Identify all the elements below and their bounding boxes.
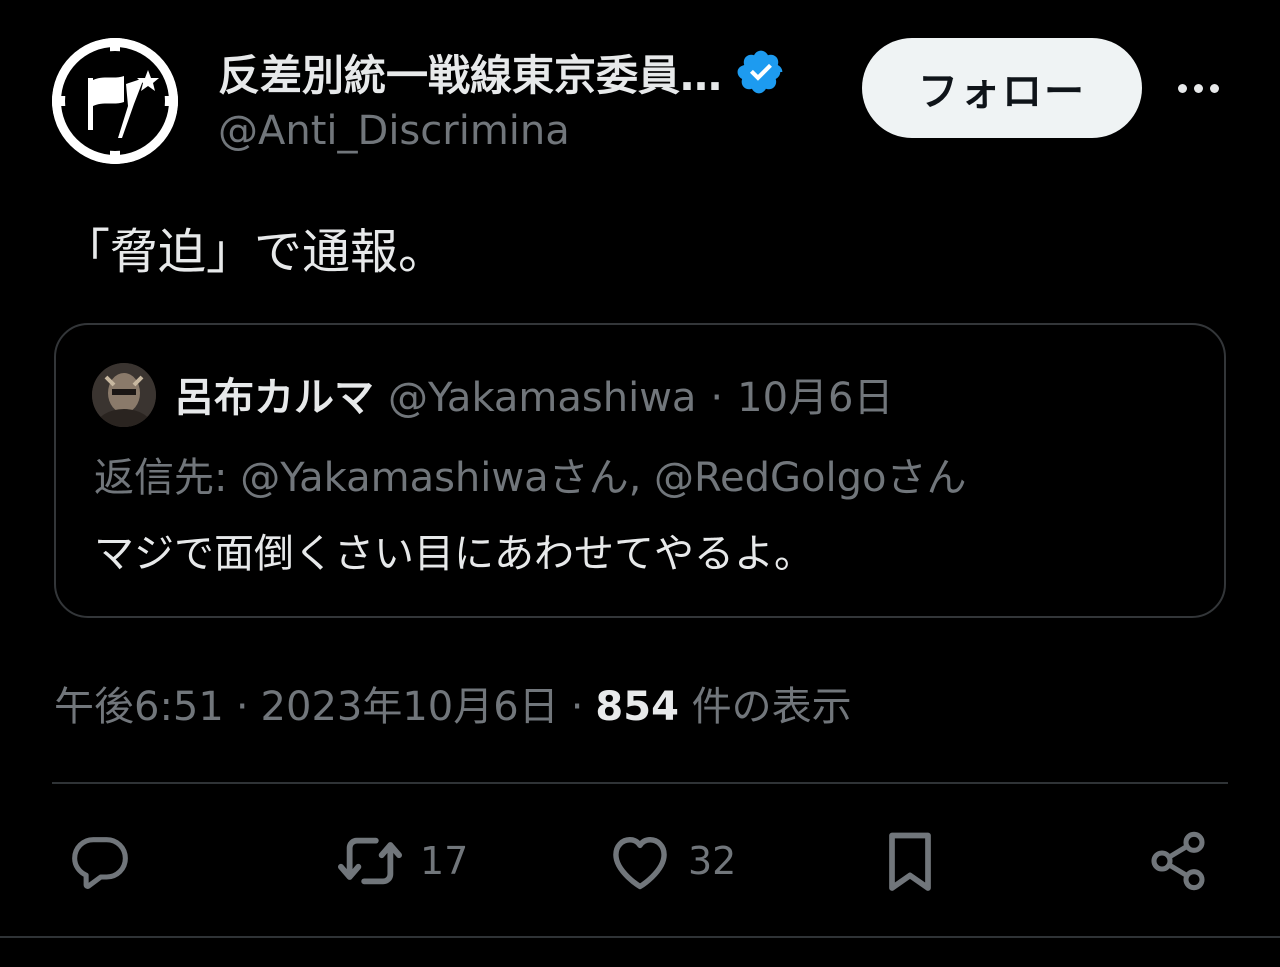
author-avatar[interactable] — [52, 38, 178, 164]
quoted-text: マジで面倒くさい目にあわせてやるよ。 — [94, 531, 814, 577]
tweet-date[interactable]: 2023年10月6日 — [261, 674, 559, 732]
like-button[interactable]: 32 — [606, 828, 736, 894]
views-label: 件の表示 — [691, 684, 852, 730]
quoted-date[interactable]: 10月6日 — [737, 365, 893, 423]
quoted-author-name[interactable]: 呂布カルマ — [174, 365, 374, 423]
follow-button[interactable]: フォロー — [862, 38, 1142, 138]
quoted-tweet-card[interactable]: 呂布カルマ @Yakamashiwa · 10月6日 返信先: @Yakamas… — [54, 323, 1226, 618]
author-name-row: 反差別統一戦線東京委員… — [218, 44, 786, 100]
tweet-time[interactable]: 午後6:51 — [54, 674, 224, 732]
quoted-reply-to: 返信先: @Yakamashiwaさん, @RedGolgoさん — [94, 455, 967, 501]
more-dot — [1193, 83, 1203, 93]
avatar-photo-icon — [92, 363, 156, 427]
share-icon — [1151, 831, 1205, 891]
reply-icon — [72, 837, 128, 889]
separator-dot: · — [570, 684, 584, 730]
antifa-flag-logo-icon — [52, 38, 178, 164]
author-display-name[interactable]: 反差別統一戦線東京委員… — [218, 42, 722, 103]
bookmark-button[interactable] — [880, 828, 940, 894]
separator-dot: · — [235, 684, 249, 730]
heart-icon — [613, 837, 667, 890]
like-count: 32 — [688, 839, 737, 883]
reply-button[interactable] — [68, 828, 132, 894]
share-button[interactable] — [1146, 828, 1210, 894]
verified-badge-icon — [737, 50, 783, 94]
views-count: 854 — [595, 684, 679, 730]
more-dot — [1177, 83, 1187, 93]
retweet-icon — [337, 837, 402, 885]
tweet-meta: 午後6:51 · 2023年10月6日 · 854 件の表示 — [54, 674, 852, 732]
quoted-header: 呂布カルマ @Yakamashiwa · 10月6日 — [174, 365, 894, 423]
more-options-icon[interactable] — [1168, 68, 1228, 108]
separator-dot: · — [710, 375, 724, 421]
divider — [52, 782, 1228, 784]
tweet-text: 「脅迫」で通報。 — [62, 224, 447, 280]
bookmark-icon — [889, 832, 931, 891]
more-dot — [1209, 83, 1219, 93]
retweet-count: 17 — [420, 839, 469, 883]
divider-bottom — [0, 936, 1280, 938]
quoted-author-handle[interactable]: @Yakamashiwa — [388, 375, 696, 421]
author-handle[interactable]: @Anti_Discrimina — [218, 108, 570, 154]
retweet-button[interactable]: 17 — [334, 828, 468, 894]
quoted-author-avatar[interactable] — [92, 363, 156, 427]
